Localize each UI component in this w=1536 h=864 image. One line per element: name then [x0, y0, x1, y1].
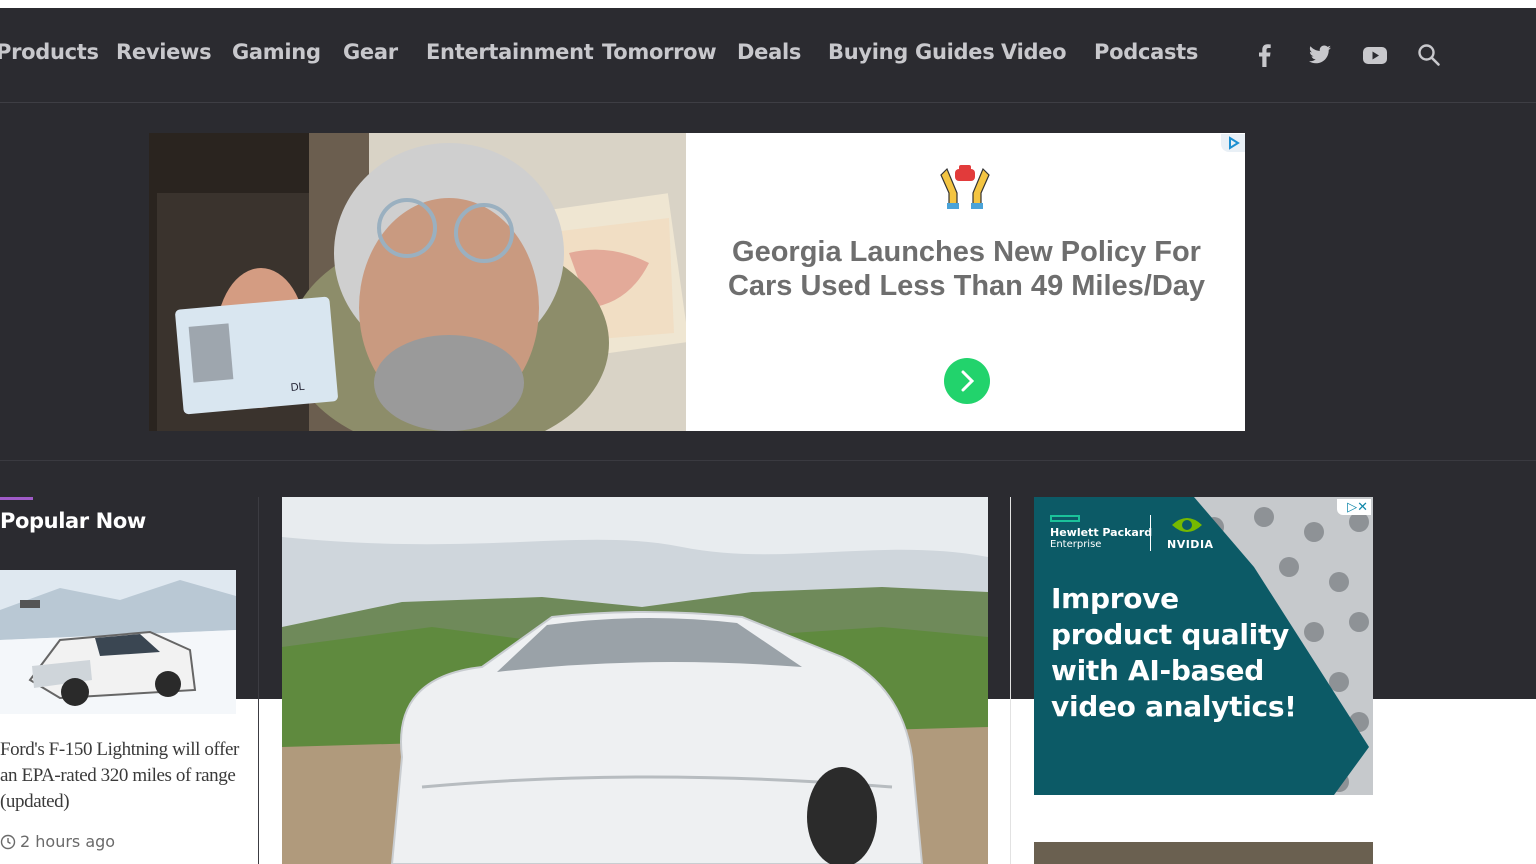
hpe-brand-line1: Hewlett Packard — [1050, 526, 1153, 539]
main-navigation: Products Reviews Gaming Gear Entertainme… — [0, 8, 1536, 103]
nvidia-eye-icon — [1172, 518, 1202, 532]
ad-go-button[interactable] — [944, 358, 990, 404]
ad-photo: DL — [149, 133, 686, 431]
license-label: DL — [290, 381, 305, 394]
nav-item-tomorrow[interactable]: Tomorrow — [602, 40, 717, 64]
popular-story-time: 2 hours ago — [0, 832, 115, 851]
story-time-text: 2 hours ago — [20, 832, 116, 851]
nav-item-deals[interactable]: Deals — [737, 40, 801, 64]
nav-item-podcasts[interactable]: Podcasts — [1094, 40, 1198, 64]
adchoices-triangle-icon — [1229, 136, 1240, 150]
nav-item-video[interactable]: Video — [1001, 40, 1067, 64]
nvidia-logo-text: NVIDIA — [1167, 538, 1214, 551]
twitter-icon[interactable] — [1307, 42, 1333, 68]
ad-banner[interactable]: DL Georgia Launches New Policy For Cars … — [149, 133, 1245, 431]
top-strip — [0, 0, 1536, 8]
adchoices-icon[interactable] — [1221, 134, 1245, 152]
nav-item-gear[interactable]: Gear — [343, 40, 398, 64]
clock-icon — [0, 834, 16, 849]
search-icon[interactable] — [1416, 42, 1442, 68]
hero-image[interactable] — [282, 497, 988, 864]
popular-now-heading: Popular Now — [0, 509, 146, 533]
hero-car-image — [282, 497, 988, 864]
ad-headline[interactable]: Georgia Launches New Policy For Cars Use… — [709, 235, 1224, 303]
side-thumbnail-partial[interactable] — [1034, 842, 1373, 864]
column-separator — [258, 497, 259, 864]
chevron-right-icon — [961, 370, 975, 392]
nav-item-buying-guides[interactable]: Buying Guides — [828, 40, 995, 64]
truck-image — [0, 570, 236, 714]
popular-story-thumbnail[interactable] — [0, 570, 236, 714]
hands-car-icon — [940, 165, 990, 209]
side-ad-headline[interactable]: Improve product quality with AI-based vi… — [1051, 581, 1301, 725]
nav-item-gaming[interactable]: Gaming — [232, 40, 321, 64]
nav-item-reviews[interactable]: Reviews — [116, 40, 212, 64]
side-ad[interactable]: Hewlett Packard Enterprise NVIDIA Improv… — [1034, 497, 1373, 795]
brand-divider — [1150, 515, 1151, 551]
column-separator-right — [1010, 497, 1011, 864]
popular-accent-bar — [0, 497, 33, 500]
hpe-logo-icon — [1050, 515, 1080, 522]
hpe-logo-text: Hewlett Packard Enterprise — [1050, 527, 1152, 550]
section-divider — [0, 460, 1536, 461]
nav-item-entertainment[interactable]: Entertainment — [426, 40, 594, 64]
hpe-brand-line2: Enterprise — [1050, 539, 1102, 550]
ad-close-icon[interactable]: ▷✕ — [1337, 499, 1371, 515]
nav-item-products[interactable]: Products — [0, 40, 99, 64]
facebook-icon[interactable] — [1252, 42, 1278, 68]
youtube-icon[interactable] — [1362, 42, 1388, 68]
popular-story-title[interactable]: Ford's F-150 Lightning will offer an EPA… — [0, 737, 245, 815]
